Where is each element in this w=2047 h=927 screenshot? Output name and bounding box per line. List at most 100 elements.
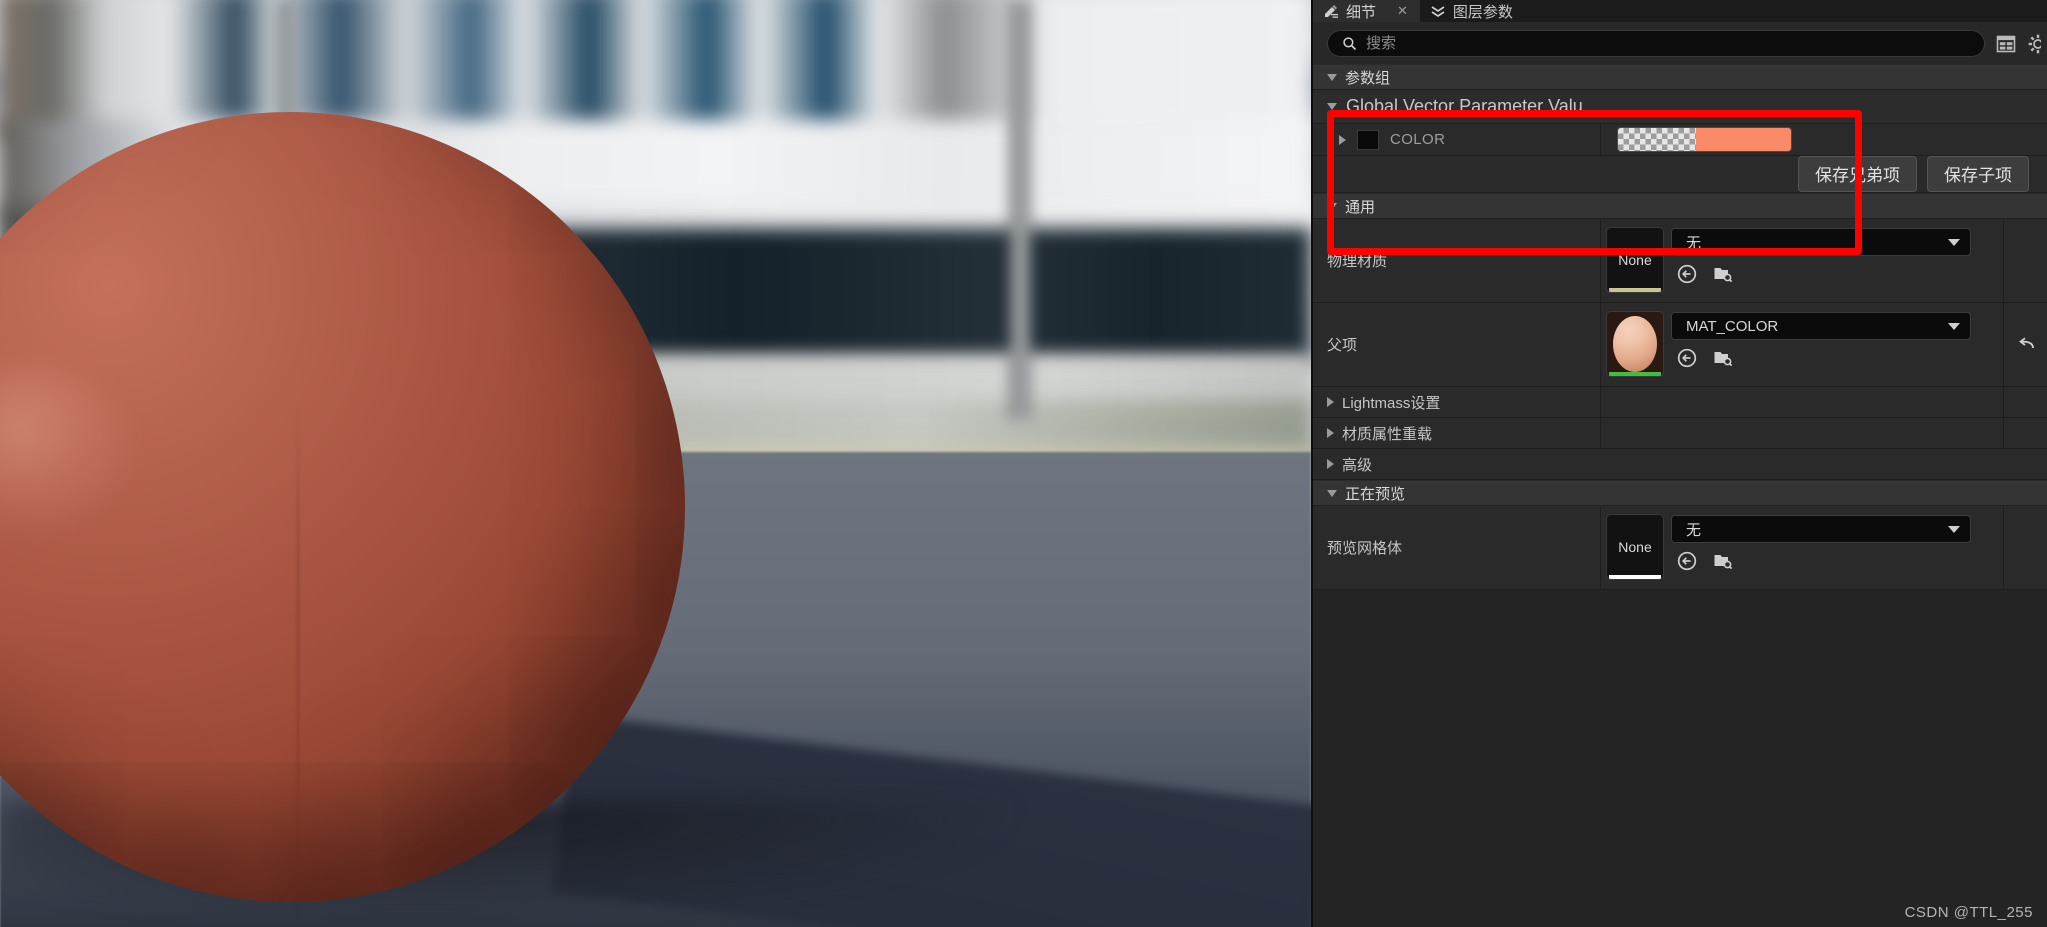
background-pillar-right <box>1009 0 1031 420</box>
row-material-property-overrides-value <box>1601 418 2003 448</box>
color-solid-preview <box>1696 128 1791 151</box>
use-selected-asset-icon[interactable] <box>1676 263 1698 285</box>
row-preview-mesh: 预览网格体 None 无 <box>1313 506 2047 590</box>
use-selected-asset-icon[interactable] <box>1676 347 1698 369</box>
chevron-right-icon[interactable] <box>1327 397 1334 407</box>
row-advanced-label-cell: 高级 <box>1313 449 1601 479</box>
details-empty-space <box>1313 590 2047 850</box>
browse-to-asset-icon[interactable] <box>1712 550 1734 572</box>
parameter-checkbox[interactable] <box>1357 129 1379 150</box>
physical-material-picker: 无 <box>1671 228 1997 285</box>
tab-layer-parameters-label: 图层参数 <box>1452 3 1513 21</box>
row-lightmass-settings-label: Lightmass设置 <box>1342 394 1441 412</box>
row-overrides-reset-cell <box>2003 418 2047 448</box>
settings-icon[interactable] <box>2027 33 2041 55</box>
chevron-right-icon[interactable] <box>1327 459 1334 469</box>
row-advanced[interactable]: 高级 <box>1313 449 2047 480</box>
browse-to-asset-icon[interactable] <box>1712 347 1734 369</box>
parameter-row-color[interactable]: COLOR <box>1313 124 2047 156</box>
preview-mesh-thumbnail[interactable]: None <box>1607 515 1663 579</box>
search-input[interactable] <box>1366 35 1970 52</box>
panel-tab-bar: 细节 ✕ 图层参数 <box>1313 0 2047 22</box>
layers-chevrons-icon <box>1430 3 1446 19</box>
chevron-down-icon <box>1327 73 1337 81</box>
chevron-down-icon <box>1948 322 1960 330</box>
parent-material-combo[interactable]: MAT_COLOR <box>1671 312 1971 340</box>
parent-material-picker: MAT_COLOR <box>1671 312 1997 369</box>
section-general[interactable]: 通用 <box>1313 193 2047 219</box>
section-parameter-groups-label: 参数组 <box>1345 69 1391 87</box>
section-previewing-label: 正在预览 <box>1345 485 1406 503</box>
grid-view-icon[interactable] <box>1995 33 2017 55</box>
physical-material-thumbnail[interactable]: None <box>1607 228 1663 292</box>
row-material-property-overrides[interactable]: 材质属性重载 <box>1313 418 2047 449</box>
chevron-down-icon <box>1948 525 1960 533</box>
row-advanced-label: 高级 <box>1342 456 1373 474</box>
save-siblings-button[interactable]: 保存兄弟项 <box>1798 156 1917 192</box>
parent-material-reset-cell <box>2003 303 2047 386</box>
parameter-color-label-cell: COLOR <box>1313 124 1601 155</box>
preview-mesh-picker: 无 <box>1671 515 1997 572</box>
preview-mesh-actions <box>1671 550 1997 572</box>
row-advanced-value <box>1601 449 2047 479</box>
physical-material-combo[interactable]: 无 <box>1671 228 1971 256</box>
physical-material-combo-value: 无 <box>1686 234 1702 252</box>
material-preview-viewport[interactable] <box>0 0 1311 927</box>
parameter-color-name: COLOR <box>1390 131 1446 148</box>
row-lightmass-settings[interactable]: Lightmass设置 <box>1313 387 2047 418</box>
sphere-specular-highlight <box>0 367 125 527</box>
group-label: Global Vector Parameter Valu <box>1346 96 1583 116</box>
thumbnail-type-bar <box>1609 575 1661 579</box>
row-parent-value: MAT_COLOR <box>1601 303 2003 386</box>
row-material-property-overrides-label: 材质属性重载 <box>1342 425 1433 443</box>
chevron-right-icon[interactable] <box>1327 428 1334 438</box>
row-physical-material-value: None 无 <box>1601 219 2003 302</box>
thumbnail-type-bar <box>1609 288 1661 292</box>
details-panel: 细节 ✕ 图层参数 搜索 参数组 Global Vector Parameter… <box>1311 0 2047 927</box>
preview-mesh-combo[interactable]: 无 <box>1671 515 1971 543</box>
parent-material-sphere-preview <box>1613 316 1657 372</box>
search-box[interactable] <box>1327 30 1985 57</box>
chevron-right-icon[interactable] <box>1339 134 1346 145</box>
group-global-vector-parameter-values[interactable]: Global Vector Parameter Valu <box>1313 90 2047 124</box>
tab-details-close-icon[interactable]: ✕ <box>1397 3 1408 19</box>
background-building-upper <box>0 0 1311 140</box>
search-icon <box>1342 36 1357 51</box>
tab-details-label: 细节 <box>1346 3 1377 21</box>
thumbnail-none-label: None <box>1618 252 1652 268</box>
group-save-button-row: 保存兄弟项 保存子项 <box>1313 156 2047 193</box>
section-parameter-groups[interactable]: 参数组 <box>1313 64 2047 90</box>
save-children-button[interactable]: 保存子项 <box>1927 156 2029 192</box>
thumbnail-type-bar <box>1609 372 1661 376</box>
section-previewing[interactable]: 正在预览 <box>1313 480 2047 506</box>
chevron-down-icon <box>1327 202 1337 210</box>
physical-material-reset-cell <box>2003 219 2047 302</box>
details-pencil-icon <box>1323 3 1339 19</box>
chevron-down-icon <box>1327 103 1337 110</box>
row-physical-material-label: 物理材质 <box>1313 219 1601 302</box>
tab-layer-parameters[interactable]: 图层参数 <box>1419 0 1525 22</box>
parameter-color-value-cell <box>1601 124 2047 155</box>
preview-mesh-reset-cell <box>2003 506 2047 589</box>
details-scroll-area[interactable]: 参数组 Global Vector Parameter Valu COLOR 保… <box>1313 64 2047 927</box>
chevron-down-icon <box>1948 238 1960 246</box>
row-material-property-overrides-label-cell: 材质属性重载 <box>1313 418 1601 448</box>
parent-material-thumbnail[interactable] <box>1607 312 1663 376</box>
tab-details[interactable]: 细节 ✕ <box>1313 0 1420 22</box>
preview-mesh-combo-value: 无 <box>1686 521 1702 539</box>
search-row <box>1313 22 2047 64</box>
row-lightmass-settings-label-cell: Lightmass设置 <box>1313 387 1601 417</box>
use-selected-asset-icon[interactable] <box>1676 550 1698 572</box>
row-parent: 父项 MAT_COLOR <box>1313 303 2047 387</box>
row-preview-mesh-value: None 无 <box>1601 506 2003 589</box>
row-lightmass-settings-value <box>1601 387 2003 417</box>
chevron-down-icon <box>1327 489 1337 497</box>
parent-material-combo-value: MAT_COLOR <box>1686 317 1779 335</box>
row-parent-label: 父项 <box>1313 303 1601 386</box>
row-preview-mesh-label: 预览网格体 <box>1313 506 1601 589</box>
color-swatch-button[interactable] <box>1617 127 1792 152</box>
row-lightmass-reset-cell <box>2003 387 2047 417</box>
color-alpha-checkerboard <box>1618 128 1696 151</box>
reset-to-default-icon[interactable] <box>2015 334 2037 356</box>
browse-to-asset-icon[interactable] <box>1712 263 1734 285</box>
